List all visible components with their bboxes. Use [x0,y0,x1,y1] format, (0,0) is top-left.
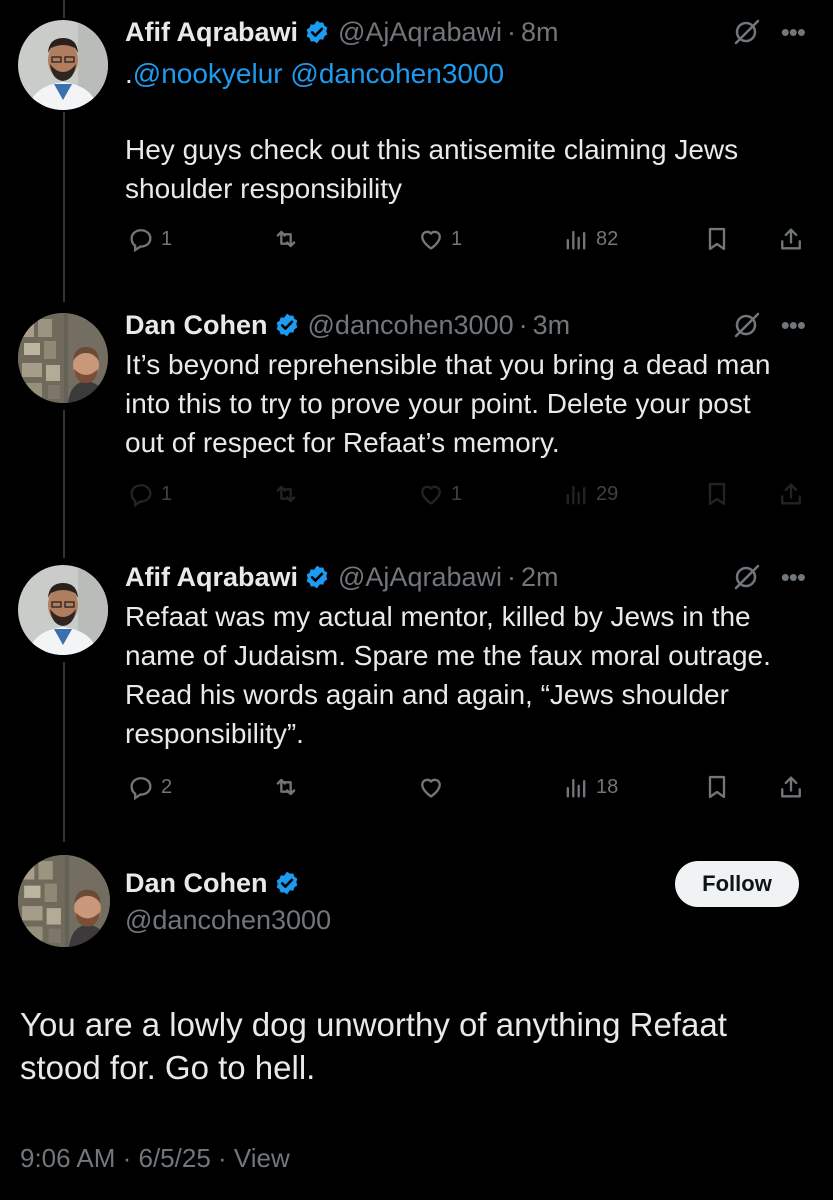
verified-badge-icon [276,871,297,895]
timestamp[interactable]: 3m [533,310,571,341]
timestamp[interactable]: 8m [521,17,559,48]
views-count: 29 [596,482,619,505]
thread-line [63,112,65,302]
views-button[interactable]: 82 [562,225,618,253]
handle[interactable]: @dancohen3000 [125,905,805,936]
tweet-header: Afif Aqrabawi @AjAqrabawi · 2m [125,557,805,597]
header-actions: ••• [731,561,806,593]
reply-count: 1 [161,482,173,505]
verified-badge-icon [306,565,328,589]
thread-line [63,662,65,842]
bookmark-button[interactable] [703,480,731,508]
bookmark-icon [708,227,726,251]
bookmark-button[interactable] [703,773,731,801]
mentions[interactable]: @nookyelur @dancohen3000 [133,58,504,89]
retweet-button[interactable] [272,773,306,801]
views-count: 18 [596,775,619,798]
tweet-timestamp-line[interactable]: 9:06 AM · 6/5/25 · View [20,1143,290,1174]
like-count: 1 [451,482,463,505]
grok-icon[interactable] [731,309,763,341]
reply-button[interactable]: 1 [127,225,172,253]
tweet-text: It’s beyond reprehensible that you bring… [125,349,771,458]
tweet-mentions-line: .@nookyelur @dancohen3000 [125,54,805,93]
views-count: 82 [596,227,619,250]
main-tweet-text: You are a lowly dog unworthy of anything… [20,1006,727,1086]
grok-icon[interactable] [731,561,763,593]
reply-icon [130,229,152,253]
avatar-afif[interactable] [18,565,108,655]
like-button[interactable] [417,773,451,801]
more-icon[interactable]: ••• [781,564,806,590]
handle[interactable]: @dancohen3000 [308,310,514,341]
reply-button[interactable]: 1 [127,480,172,508]
separator-dot: · [507,561,516,592]
grok-icon[interactable] [731,16,763,48]
views-button[interactable]: 18 [562,773,618,801]
thread-line [63,410,65,558]
reply-count: 1 [161,227,173,250]
share-button[interactable] [777,480,805,508]
display-name[interactable]: Afif Aqrabawi [125,17,298,48]
retweet-button[interactable] [272,225,306,253]
reply-icon [130,484,152,508]
like-icon [421,778,441,798]
share-icon [781,776,801,798]
views-icon [566,230,586,250]
tweet-reply-2[interactable]: Dan Cohen @dancohen3000 · 3m ••• It’s be… [125,305,806,462]
retweet-icon [276,230,296,248]
tweet-text: Refaat was my actual mentor, killed by J… [125,601,771,749]
reply-button[interactable]: 2 [127,773,172,801]
share-button[interactable] [777,225,805,253]
mention-prefix: . [125,58,133,89]
like-button[interactable]: 1 [417,480,462,508]
tweet-actions: 2 18 [125,773,811,813]
avatar-dan[interactable] [18,855,110,947]
header-actions: ••• [731,16,806,48]
share-icon [781,483,801,505]
retweet-icon [276,485,296,503]
display-name[interactable]: Dan Cohen [125,868,268,899]
timestamp[interactable]: 2m [521,562,559,593]
avatar-dan[interactable] [18,313,108,403]
bookmark-icon [708,775,726,799]
bookmark-icon [708,482,726,506]
like-button[interactable]: 1 [417,225,462,253]
share-button[interactable] [777,773,805,801]
like-icon [421,485,441,505]
views-icon [566,485,586,505]
more-icon[interactable]: ••• [781,312,806,338]
display-name[interactable]: Dan Cohen [125,310,268,341]
handle[interactable]: @AjAqrabawi [338,562,502,593]
reply-count: 2 [161,775,173,798]
separator-dot: · [518,309,528,340]
handle[interactable]: @AjAqrabawi [338,17,502,48]
retweet-icon [276,778,296,796]
share-icon [781,228,801,250]
retweet-button[interactable] [272,480,306,508]
header-actions: ••• [731,309,806,341]
tweet-reply-1[interactable]: Afif Aqrabawi @AjAqrabawi · 8m ••• .@noo… [125,12,806,208]
tweet-header: Afif Aqrabawi @AjAqrabawi · 8m [125,12,805,52]
reply-icon [130,777,152,801]
like-count: 1 [451,227,463,250]
views-icon [566,778,586,798]
thread-line [63,0,65,18]
verified-badge-icon [306,20,328,44]
tweet-actions: 1 1 82 [125,225,811,265]
like-icon [421,230,441,250]
separator-dot: · [507,16,516,47]
avatar-afif[interactable] [18,20,108,110]
bookmark-button[interactable] [703,225,731,253]
more-icon[interactable]: ••• [781,19,806,45]
tweet-header: Dan Cohen @dancohen3000 · 3m [125,305,805,345]
tweet-text: Hey guys check out this antisemite claim… [125,134,739,204]
views-button[interactable]: 29 [562,480,618,508]
follow-button[interactable]: Follow [675,861,799,907]
tweet-reply-3[interactable]: Afif Aqrabawi @AjAqrabawi · 2m ••• Refaa… [125,557,806,753]
display-name[interactable]: Afif Aqrabawi [125,562,298,593]
tweet-actions: 1 1 29 [125,480,811,520]
verified-badge-icon [276,313,297,337]
